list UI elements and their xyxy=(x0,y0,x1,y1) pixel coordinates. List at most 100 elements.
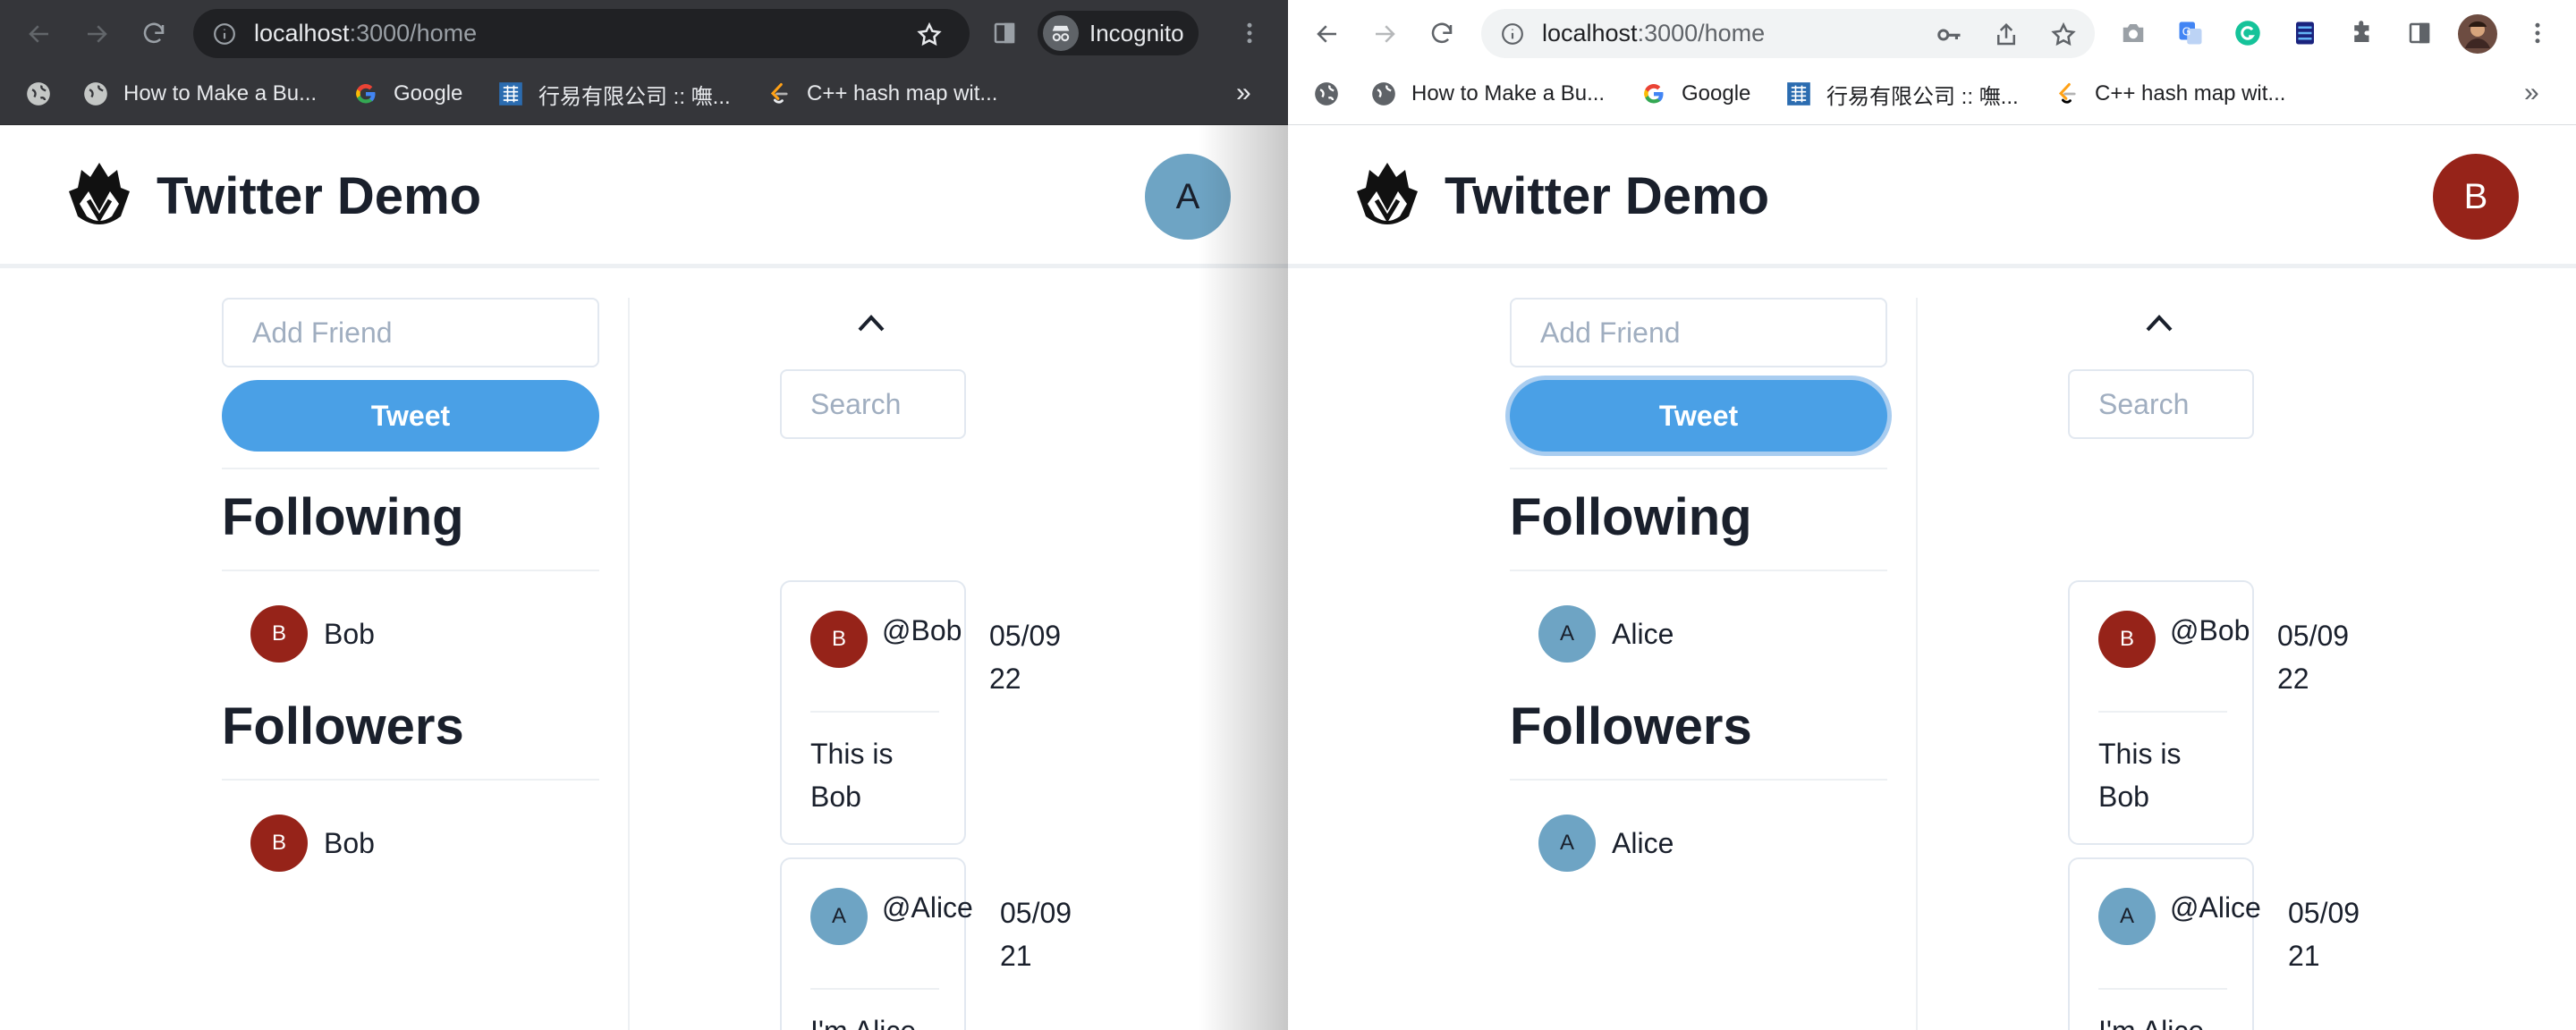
bookmark-item[interactable]: How to Make a Bu... xyxy=(1370,76,1605,112)
side-panel-icon xyxy=(2409,22,2430,44)
app-page: Twitter Demo A Tweet Following B Bob Fol… xyxy=(0,125,1288,1030)
tweet-text: This is Bob xyxy=(810,738,894,813)
following-name: Alice xyxy=(1612,617,1674,650)
app-title: Twitter Demo xyxy=(1445,167,1770,225)
divider xyxy=(810,711,939,713)
info-icon xyxy=(1502,22,1523,45)
bookmark-apps[interactable] xyxy=(25,76,66,112)
following-heading: Following xyxy=(222,488,464,546)
browser-window-incognito: localhost:3000/home Incognito How to Mak… xyxy=(0,0,1288,1030)
browser-menu-button[interactable] xyxy=(2522,18,2553,48)
divider xyxy=(1510,468,1887,469)
tweet-card[interactable]: A @Alice 05/0921 I'm Alice xyxy=(2068,857,2360,1030)
more-bookmarks-chevron[interactable]: » xyxy=(2524,78,2539,108)
camera-extension[interactable] xyxy=(2118,18,2148,48)
tweet-button[interactable]: Tweet xyxy=(222,380,599,452)
key-icon[interactable] xyxy=(1936,21,1962,48)
search-input[interactable] xyxy=(2068,369,2254,439)
reload-icon xyxy=(1431,22,1453,44)
site-icon xyxy=(1785,80,1812,107)
divider xyxy=(222,468,599,469)
reload-icon xyxy=(143,22,165,44)
tweet-text: I'm Alice xyxy=(2098,1009,2233,1030)
extensions-button[interactable] xyxy=(2347,18,2377,48)
info-icon xyxy=(214,22,235,45)
following-item[interactable]: B Bob xyxy=(222,571,599,697)
friends-panel: Tweet Following B Bob Followers B Bob xyxy=(222,298,599,906)
user-avatar[interactable]: A xyxy=(1145,154,1231,240)
address-bar[interactable]: localhost:3000/home xyxy=(193,9,970,58)
avatar: A xyxy=(1538,605,1596,663)
search-input[interactable] xyxy=(780,369,966,439)
browser-menu-button[interactable] xyxy=(1234,18,1265,48)
browser-window-normal: localhost:3000/home G How to Make a Bu..… xyxy=(1288,0,2576,1030)
bookmark-label: Google xyxy=(394,81,463,106)
reload-button[interactable] xyxy=(136,16,172,52)
tweet-card[interactable]: A @Alice 05/0921 I'm Alice xyxy=(780,857,1072,1030)
chevron-up-icon[interactable] xyxy=(2144,312,2174,333)
bookmark-label: How to Make a Bu... xyxy=(123,81,318,106)
server-icon xyxy=(2296,21,2314,45)
tweet-text: This is Bob xyxy=(2098,738,2182,813)
back-button[interactable] xyxy=(21,16,57,52)
chevron-up-icon[interactable] xyxy=(856,312,886,333)
bookmark-item[interactable]: Google xyxy=(352,76,462,112)
back-button[interactable] xyxy=(1309,16,1345,52)
avatar: A xyxy=(2098,888,2156,945)
bookmark-apps[interactable] xyxy=(1313,76,1354,112)
url-text: localhost:3000/home xyxy=(1542,20,1766,46)
grammarly-extension[interactable] xyxy=(2233,18,2263,48)
avatar: B xyxy=(810,611,868,668)
kebab-menu-icon xyxy=(1247,22,1252,44)
share-icon[interactable] xyxy=(1993,21,2020,48)
side-panel-button[interactable] xyxy=(2404,18,2435,48)
bookmark-label: Google xyxy=(1682,81,1751,106)
bookmark-item[interactable]: C++ hash map wit... xyxy=(766,76,997,112)
side-panel-button[interactable] xyxy=(989,18,1020,48)
reload-button[interactable] xyxy=(1424,16,1460,52)
follower-item[interactable]: A Alice xyxy=(1510,781,1887,906)
bookmark-star-icon[interactable] xyxy=(2050,21,2077,48)
incognito-badge[interactable]: Incognito xyxy=(1038,11,1199,55)
add-friend-input[interactable] xyxy=(222,298,599,367)
tweet-card[interactable]: B @Bob 05/09 22 This is Bob xyxy=(780,580,1061,845)
divider xyxy=(810,988,939,990)
bookmark-item[interactable]: C++ hash map wit... xyxy=(2054,76,2285,112)
add-friend-input[interactable] xyxy=(1510,298,1887,367)
tweet-date: 05/09 21 xyxy=(1000,897,1072,972)
bookmark-label: C++ hash map wit... xyxy=(2095,81,2286,106)
bookmark-item[interactable]: How to Make a Bu... xyxy=(82,76,317,112)
server-extension[interactable] xyxy=(2290,18,2320,48)
arrow-right-icon xyxy=(88,25,107,43)
followers-heading: Followers xyxy=(1510,697,1752,756)
tweet-card[interactable]: B @Bob 05/09 22 This is Bob xyxy=(2068,580,2349,845)
globe-icon xyxy=(25,80,52,107)
globe-icon xyxy=(82,80,109,107)
app-header: Twitter Demo B xyxy=(1288,125,2576,268)
translate-extension[interactable]: G xyxy=(2175,18,2206,48)
user-avatar[interactable]: B xyxy=(2433,154,2519,240)
bookmark-item[interactable]: Google xyxy=(1640,76,1750,112)
app-page: Twitter Demo B Tweet Following A Alice F… xyxy=(1288,125,2576,1030)
browser-toolbar: localhost:3000/home G xyxy=(1288,0,2576,67)
follower-item[interactable]: B Bob xyxy=(222,781,599,906)
avatar: B xyxy=(2098,611,2156,668)
bookmark-item[interactable]: 行易有限公司 :: 嘸... xyxy=(497,76,731,112)
globe-icon xyxy=(1313,80,1340,107)
side-panel-icon xyxy=(994,22,1015,44)
following-heading: Following xyxy=(1510,488,1752,546)
url-text: localhost:3000/home xyxy=(254,20,478,46)
forward-button[interactable] xyxy=(1367,16,1402,52)
address-bar[interactable]: localhost:3000/home xyxy=(1481,9,2095,58)
tweet-button[interactable]: Tweet xyxy=(1510,380,1887,452)
profile-button[interactable] xyxy=(2458,14,2497,54)
bookmark-item[interactable]: 行易有限公司 :: 嘸... xyxy=(1785,76,2019,112)
bookmark-label: 行易有限公司 :: 嘸... xyxy=(538,84,731,109)
arrow-right-icon xyxy=(1376,25,1395,43)
bookmark-star-icon[interactable] xyxy=(916,21,943,48)
logo-icon xyxy=(69,163,130,224)
forward-button[interactable] xyxy=(79,16,114,52)
more-bookmarks-chevron[interactable]: » xyxy=(1236,78,1251,108)
following-item[interactable]: A Alice xyxy=(1510,571,1887,697)
tweet-handle: @Bob xyxy=(882,614,962,646)
